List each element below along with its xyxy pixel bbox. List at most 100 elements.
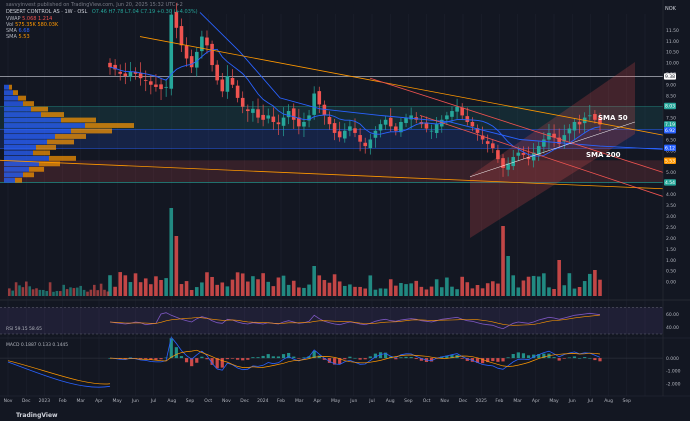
price-tick-label: 0.50: [666, 269, 676, 275]
candle-body: [281, 117, 286, 126]
tradingview-logo: TradingView: [16, 412, 58, 419]
candle-body: [286, 111, 291, 118]
macd-hist-bar: [404, 356, 408, 359]
volume-bar: [14, 282, 18, 296]
volume-bar: [215, 284, 219, 296]
publisher-line: savvyinvest published on TradingView.com…: [6, 2, 183, 8]
volume-bar: [470, 288, 475, 296]
volume-bar: [460, 276, 464, 296]
volume-bar: [465, 282, 470, 296]
volume-bar: [76, 287, 79, 296]
price-label-text: 8.03: [665, 104, 675, 110]
chart-canvas[interactable]: 11.5011.0010.5010.009.509.008.508.007.50…: [0, 0, 690, 421]
macd-hist-bar: [363, 358, 367, 360]
time-tick-label: Sep: [404, 398, 413, 404]
volume-bar: [118, 272, 123, 296]
time-tick-label: 2025: [475, 398, 487, 404]
profile-bar-sell: [9, 84, 12, 90]
candle-body: [587, 115, 592, 117]
volume-bar: [123, 275, 128, 296]
candle-body: [256, 109, 260, 118]
candle-body: [394, 126, 398, 131]
volume-bar: [593, 270, 597, 296]
time-tick-label: Oct: [204, 398, 212, 404]
macd-hist-bar: [572, 356, 577, 359]
volume-bar: [59, 291, 62, 296]
chart-background: [0, 0, 690, 421]
macd-legend: MACD 0.1887 0.133 0.1445: [6, 342, 68, 348]
macd-tick-label: -1.000: [666, 369, 681, 375]
volume-bar: [312, 266, 316, 296]
time-tick-label: Dec: [240, 398, 249, 404]
price-tick-label: 2.50: [666, 225, 676, 231]
time-tick-label: Nov: [4, 398, 13, 404]
volume-bar: [562, 285, 567, 296]
volume-bar: [106, 291, 110, 296]
volume-bar: [169, 208, 174, 296]
volume-bar: [429, 286, 434, 296]
candle-body: [230, 77, 235, 85]
macd-hist-bar: [251, 357, 255, 359]
volume-bar: [48, 282, 52, 296]
candle-body: [220, 79, 225, 92]
macd-hist-bar: [292, 356, 296, 359]
candle-body: [205, 37, 209, 46]
candle-body: [465, 116, 470, 122]
time-tick-label: Nov: [222, 398, 231, 404]
candle-body: [470, 121, 475, 127]
price-tick-label: 8.50: [666, 94, 676, 100]
macd-hist-bar: [552, 357, 556, 359]
macd-hist-bar: [399, 357, 403, 359]
volume-bar: [220, 282, 225, 296]
sma200-annotation: SMA 200: [586, 151, 621, 159]
candle-body: [118, 71, 123, 74]
macd-hist-bar: [496, 358, 500, 362]
volume-bar: [72, 288, 76, 296]
rsi-tick-label: 60.00: [666, 312, 679, 318]
candle-body: [332, 123, 337, 133]
volume-bar: [506, 256, 510, 296]
volume-bar: [383, 288, 388, 296]
volume-bar: [567, 273, 572, 296]
candle-body: [337, 131, 342, 138]
volume-bar: [434, 279, 439, 296]
profile-bar-sell: [23, 172, 34, 178]
time-tick-label: Feb: [59, 398, 67, 404]
candle-body: [577, 121, 582, 125]
candle-body: [445, 115, 449, 120]
price-tick-label: 3.00: [666, 214, 676, 220]
time-tick-label: Oct: [423, 398, 431, 404]
price-tick-label: 4.00: [666, 192, 676, 198]
volume-bar: [373, 289, 378, 296]
candle-body: [164, 86, 168, 88]
time-tick-label: Dec: [459, 398, 468, 404]
volume-bar: [552, 288, 556, 296]
volume-bar: [521, 280, 526, 296]
macd-hist-bar: [261, 355, 265, 359]
volume-bar: [378, 288, 383, 296]
candle-body: [169, 14, 174, 89]
time-tick-label: Apr: [314, 398, 322, 404]
candle-body: [200, 36, 204, 52]
volume-bar: [21, 287, 25, 296]
macd-hist-bar: [174, 347, 178, 359]
volume-bar: [516, 287, 521, 296]
volume-bar: [174, 236, 179, 296]
candle-body: [450, 111, 454, 117]
candle-body: [251, 108, 255, 113]
volume-bar: [31, 289, 35, 296]
profile-bar-buy: [4, 134, 55, 139]
time-tick-label: Jun: [349, 398, 357, 404]
volume-bar: [511, 275, 516, 296]
volume-bar: [149, 284, 153, 296]
volume-bar: [286, 284, 291, 296]
macd-hist-bar: [297, 358, 301, 359]
macd-hist-bar: [266, 354, 270, 359]
time-tick-label: 2024: [257, 398, 269, 404]
sma50-annotation: SMA 50: [598, 114, 628, 122]
candle-body: [235, 85, 240, 98]
candle-body: [383, 119, 388, 125]
price-tick-label: 10.00: [666, 61, 679, 67]
ind-sma2[interactable]: SMA 5.53: [6, 34, 30, 40]
candle-body: [317, 91, 322, 105]
